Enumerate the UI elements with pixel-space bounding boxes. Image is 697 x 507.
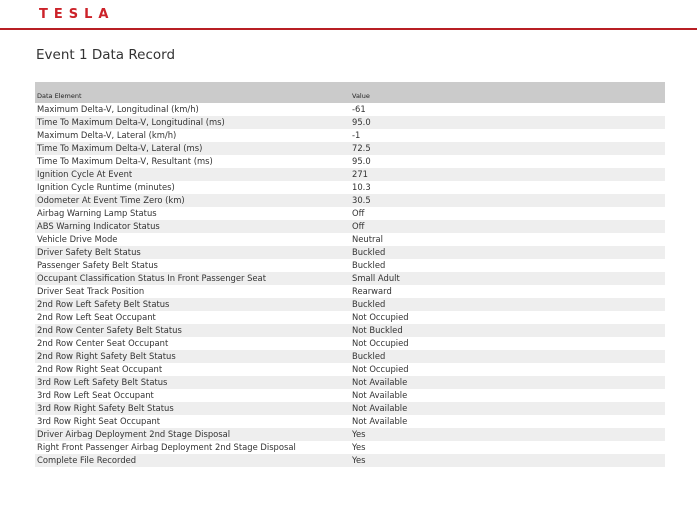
data-element-cell: 3rd Row Right Safety Belt Status <box>37 403 174 413</box>
table-row: Odometer At Event Time Zero (km) 30.5 <box>35 194 665 207</box>
table-row: Driver Seat Track Position Rearward <box>35 285 665 298</box>
data-element-cell: Ignition Cycle Runtime (minutes) <box>37 182 175 192</box>
table-row: Time To Maximum Delta-V, Longitudinal (m… <box>35 116 665 129</box>
data-element-cell: Complete File Recorded <box>37 455 137 465</box>
table-row: Driver Safety Belt Status Buckled <box>35 246 665 259</box>
value-cell: Buckled <box>352 260 386 270</box>
data-element-cell: Maximum Delta-V, Longitudinal (km/h) <box>37 104 199 114</box>
table-row: Complete File Recorded Yes <box>35 454 665 467</box>
data-element-cell: 3rd Row Left Seat Occupant <box>37 390 154 400</box>
value-cell: Small Adult <box>352 273 400 283</box>
value-cell: Not Available <box>352 377 408 387</box>
table-row: 2nd Row Left Seat Occupant Not Occupied <box>35 311 665 324</box>
table-row: 3rd Row Left Seat Occupant Not Available <box>35 389 665 402</box>
value-cell: Off <box>352 208 365 218</box>
value-cell: Not Available <box>352 390 408 400</box>
data-element-cell: 2nd Row Center Seat Occupant <box>37 338 169 348</box>
page-title: Event 1 Data Record <box>36 47 176 63</box>
table-row: Time To Maximum Delta-V, Lateral (ms) 72.… <box>35 142 665 155</box>
value-cell: 72.5 <box>352 143 371 153</box>
table-row: Occupant Classification Status In Front … <box>35 272 665 285</box>
table-row: Vehicle Drive Mode Neutral <box>35 233 665 246</box>
value-cell: 271 <box>352 169 368 179</box>
data-element-cell: 2nd Row Left Seat Occupant <box>37 312 156 322</box>
value-cell: Off <box>352 221 365 231</box>
value-cell: Yes <box>352 455 366 465</box>
value-cell: Rearward <box>352 286 392 296</box>
value-cell: Buckled <box>352 247 386 257</box>
data-element-cell: Passenger Safety Belt Status <box>37 260 158 270</box>
value-cell: Yes <box>352 442 366 452</box>
table-row: 2nd Row Right Seat Occupant Not Occupied <box>35 363 665 376</box>
table-row: 2nd Row Right Safety Belt Status Buckled <box>35 350 665 363</box>
data-element-cell: ABS Warning Indicator Status <box>37 221 160 231</box>
data-element-cell: Airbag Warning Lamp Status <box>37 208 157 218</box>
data-element-cell: Ignition Cycle At Event <box>37 169 133 179</box>
value-cell: Yes <box>352 429 366 439</box>
value-cell: 95.0 <box>352 156 371 166</box>
table-row: 2nd Row Left Safety Belt Status Buckled <box>35 298 665 311</box>
value-cell: 95.0 <box>352 117 371 127</box>
data-element-cell: Driver Safety Belt Status <box>37 247 141 257</box>
data-element-cell: Right Front Passenger Airbag Deployment … <box>37 442 296 452</box>
value-cell: -61 <box>352 104 366 114</box>
value-cell: 10.3 <box>352 182 371 192</box>
data-element-cell: 2nd Row Center Safety Belt Status <box>37 325 182 335</box>
value-cell: Not Occupied <box>352 312 409 322</box>
table-row: Passenger Safety Belt Status Buckled <box>35 259 665 272</box>
table-row: 2nd Row Center Safety Belt Status Not Buc… <box>35 324 665 337</box>
table-row: Right Front Passenger Airbag Deployment … <box>35 441 665 454</box>
data-element-cell: 3rd Row Left Safety Belt Status <box>37 377 168 387</box>
column-header-data-element: Data Element <box>37 92 82 100</box>
page-header: TESLA <box>0 0 697 30</box>
data-element-cell: Maximum Delta-V, Lateral (km/h) <box>37 130 177 140</box>
data-record-table: Data Element Value Maximum Delta-V, Long… <box>35 82 665 467</box>
data-element-cell: Time To Maximum Delta-V, Lateral (ms) <box>37 143 203 153</box>
data-element-cell: Driver Seat Track Position <box>37 286 145 296</box>
value-cell: 30.5 <box>352 195 371 205</box>
value-cell: Not Buckled <box>352 325 403 335</box>
data-element-cell: 2nd Row Right Seat Occupant <box>37 364 163 374</box>
table-row: 3rd Row Left Safety Belt Status Not Avail… <box>35 376 665 389</box>
data-element-cell: 2nd Row Left Safety Belt Status <box>37 299 170 309</box>
data-element-cell: Odometer At Event Time Zero (km) <box>37 195 185 205</box>
table-row: Time To Maximum Delta-V, Resultant (ms) 9… <box>35 155 665 168</box>
table-row: 2nd Row Center Seat Occupant Not Occupied <box>35 337 665 350</box>
data-element-cell: Occupant Classification Status In Front … <box>37 273 266 283</box>
value-cell: Buckled <box>352 299 386 309</box>
data-element-cell: Time To Maximum Delta-V, Resultant (ms) <box>37 156 213 166</box>
data-element-cell: 2nd Row Right Safety Belt Status <box>37 351 176 361</box>
table-row: Driver Airbag Deployment 2nd Stage Dispo… <box>35 428 665 441</box>
data-element-cell: Time To Maximum Delta-V, Longitudinal (m… <box>37 117 225 127</box>
data-element-cell: 3rd Row Right Seat Occupant <box>37 416 161 426</box>
table-row: Maximum Delta-V, Longitudinal (km/h) -61 <box>35 103 665 116</box>
table-row: Maximum Delta-V, Lateral (km/h) -1 <box>35 129 665 142</box>
header-divider <box>0 28 697 30</box>
column-header-value: Value <box>352 92 370 100</box>
table-row: ABS Warning Indicator Status Off <box>35 220 665 233</box>
table-header-row: Data Element Value <box>35 82 665 103</box>
data-element-cell: Vehicle Drive Mode <box>37 234 118 244</box>
value-cell: Not Occupied <box>352 338 409 348</box>
value-cell: Not Occupied <box>352 364 409 374</box>
table-row: Ignition Cycle At Event 271 <box>35 168 665 181</box>
value-cell: Neutral <box>352 234 383 244</box>
tesla-logo: TESLA <box>39 7 115 22</box>
table-row: Ignition Cycle Runtime (minutes) 10.3 <box>35 181 665 194</box>
table-row: 3rd Row Right Seat Occupant Not Available <box>35 415 665 428</box>
table-row: Airbag Warning Lamp Status Off <box>35 207 665 220</box>
data-element-cell: Driver Airbag Deployment 2nd Stage Dispo… <box>37 429 231 439</box>
value-cell: Buckled <box>352 351 386 361</box>
table-row: 3rd Row Right Safety Belt Status Not Avai… <box>35 402 665 415</box>
value-cell: Not Available <box>352 416 408 426</box>
value-cell: Not Available <box>352 403 408 413</box>
value-cell: -1 <box>352 130 361 140</box>
